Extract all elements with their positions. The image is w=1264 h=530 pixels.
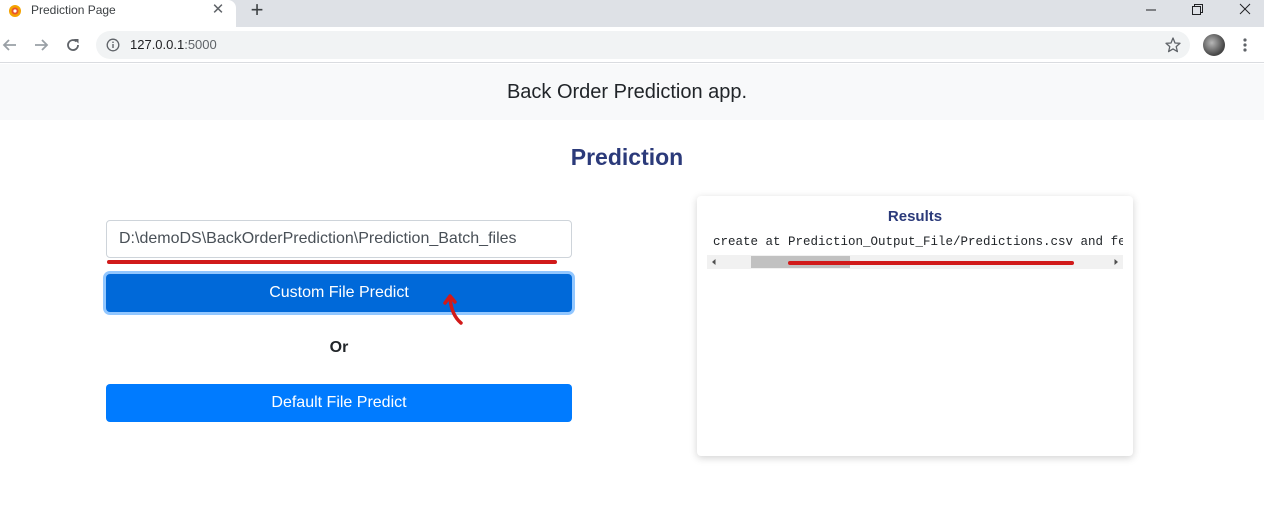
minimize-icon[interactable] [1128,0,1174,20]
info-icon[interactable] [106,38,120,52]
browser-tabstrip: Prediction Page ✕ + [0,0,1264,27]
results-card: Results create at Prediction_Output_File… [697,196,1133,456]
file-path-input[interactable]: D:\demoDS\BackOrderPrediction\Prediction… [106,220,572,258]
navbar-brand[interactable]: Back Order Prediction app. [0,81,1254,104]
back-arrow-icon[interactable] [0,35,20,55]
restore-icon[interactable] [1175,0,1221,20]
window-close-icon[interactable] [1222,0,1264,20]
forward-arrow-icon[interactable] [31,35,51,55]
favicon-icon [9,5,21,17]
results-title: Results [887,208,943,225]
url-port: :5000 [184,37,217,52]
tab-close-icon[interactable]: ✕ [210,2,226,18]
page-title: Prediction [570,144,684,170]
annotation-underline [107,260,557,264]
or-label: Or [329,339,349,356]
browser-tab[interactable]: Prediction Page ✕ [0,0,236,27]
new-tab-button[interactable]: + [246,0,268,22]
results-output-text: create at Prediction_Output_File/Predict… [713,235,1123,249]
profile-avatar[interactable] [1203,34,1225,56]
default-file-predict-button[interactable]: Default File Predict [106,384,572,422]
annotation-underline-results [788,261,1074,265]
bookmark-star-icon[interactable] [1164,36,1182,54]
tab-title: Prediction Page [31,3,116,17]
reload-icon[interactable] [63,35,83,55]
app-navbar: Back Order Prediction app. [0,64,1264,120]
scroll-left-arrow-icon[interactable] [707,255,721,269]
browser-toolbar: 127.0.0.1:5000 [0,27,1264,63]
annotation-arrow-icon [443,294,463,325]
custom-file-predict-button[interactable]: Custom File Predict [106,274,572,312]
scroll-right-arrow-icon[interactable] [1109,255,1123,269]
kebab-menu-icon[interactable] [1237,37,1253,53]
url-text: 127.0.0.1:5000 [130,37,217,52]
url-host: 127.0.0.1 [130,37,185,52]
address-bar[interactable]: 127.0.0.1:5000 [96,31,1190,59]
